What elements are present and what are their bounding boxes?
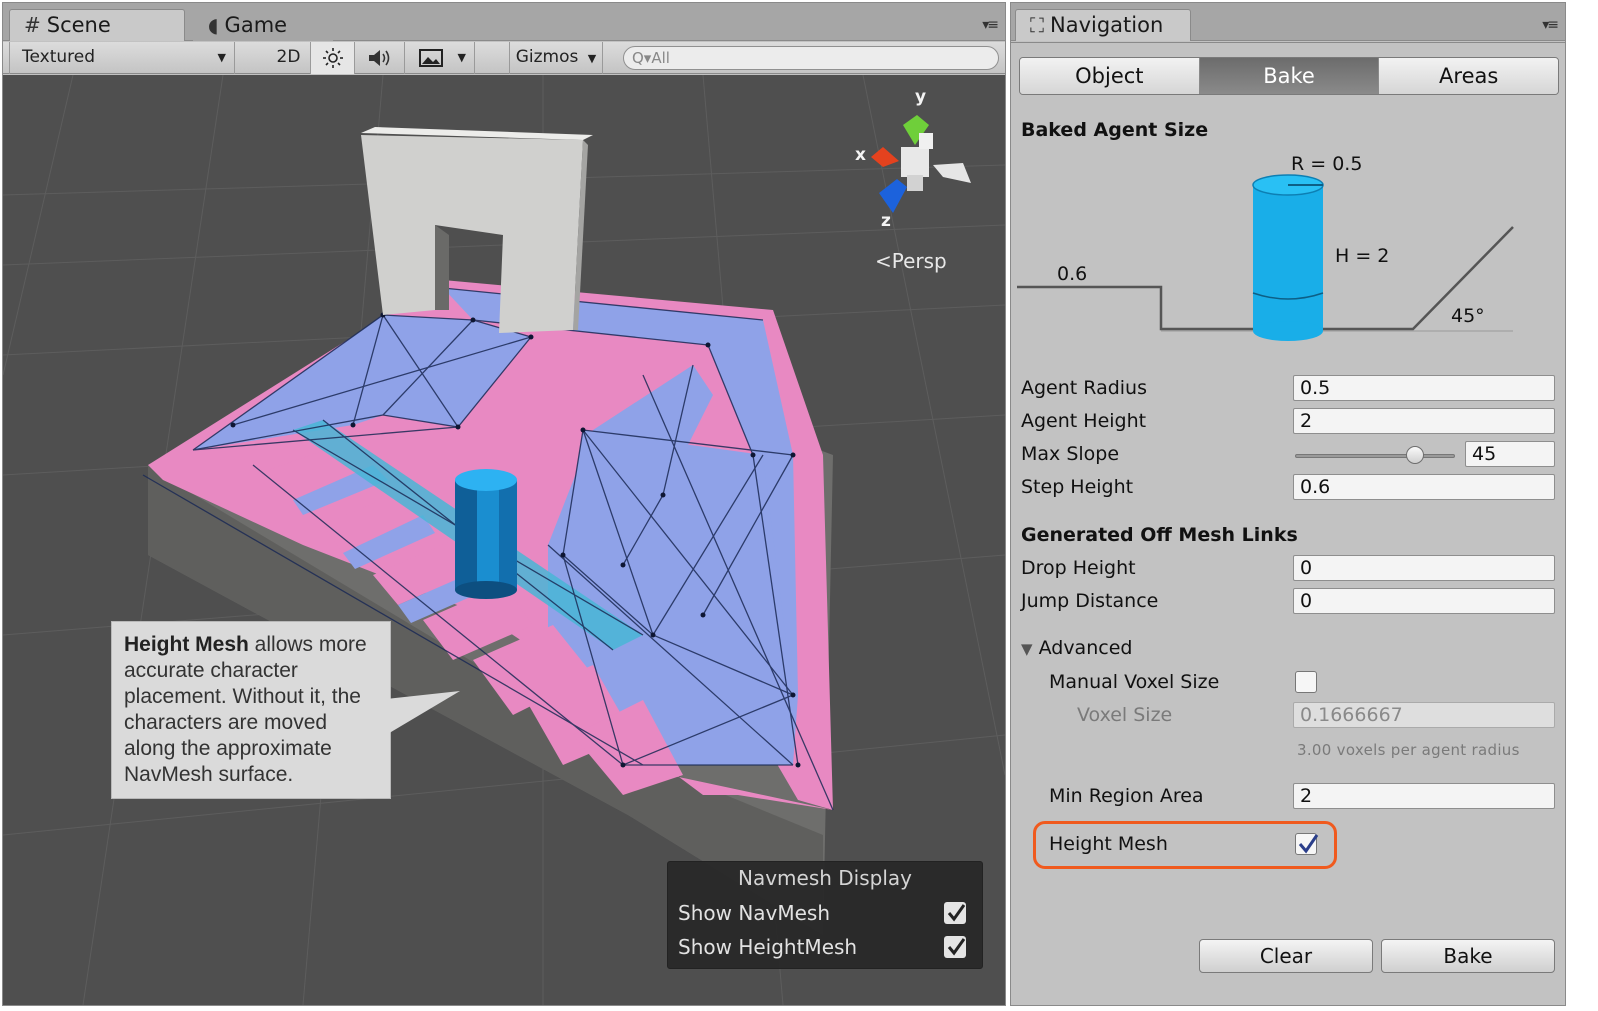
callout-line3: placement. Without it, the [124, 685, 361, 708]
agent-height-field[interactable]: 2 [1293, 408, 1555, 434]
advanced-foldout[interactable]: ▼ Advanced [1021, 637, 1132, 659]
max-slope-label: Max Slope [1021, 443, 1120, 465]
agent-height-diagram-label: H = 2 [1335, 245, 1390, 267]
voxel-size-field: 0.1666667 [1293, 702, 1555, 728]
max-slope-field[interactable]: 45 [1465, 441, 1555, 467]
callout-line2: accurate character [124, 659, 298, 682]
callout-bold: Height Mesh [124, 633, 249, 656]
manual-voxel-size-checkbox[interactable] [1295, 671, 1317, 693]
scene-viewport[interactable]: y x z <Persp Height Mesh allows more acc… [3, 75, 1005, 1005]
callout-line5: along the approximate [124, 737, 332, 760]
show-navmesh-row[interactable]: Show NavMesh [678, 898, 972, 928]
sun-icon[interactable] [311, 42, 355, 74]
navigation-window: ⛶ Navigation ▾≡ Object Bake Areas Baked A… [1010, 2, 1566, 1006]
agent-height-label: Agent Height [1021, 410, 1147, 432]
callout-line4: characters are moved [124, 711, 328, 734]
speaker-icon[interactable] [355, 42, 405, 74]
projection-toggle[interactable]: <Persp [875, 249, 947, 273]
show-navmesh-label: Show NavMesh [678, 901, 831, 925]
step-height-label: Step Height [1021, 476, 1134, 498]
manual-voxel-size-label: Manual Voxel Size [1049, 671, 1220, 693]
agent-radius-field[interactable]: 0.5 [1293, 375, 1555, 401]
bake-button[interactable]: Bake [1381, 939, 1555, 973]
search-icon: Q▾ [632, 49, 652, 67]
chevron-down-icon: ▼ [587, 52, 597, 65]
min-region-area-label: Min Region Area [1049, 785, 1204, 807]
tab-bake[interactable]: Bake [1199, 58, 1380, 94]
jump-distance-field[interactable]: 0 [1293, 588, 1555, 614]
max-slope-slider[interactable] [1295, 454, 1455, 458]
navigation-mode-tabs: Object Bake Areas [1019, 57, 1559, 95]
chevron-left-icon: < [875, 249, 892, 273]
tab-game[interactable]: ◖ Game [193, 9, 333, 41]
show-heightmesh-row[interactable]: Show HeightMesh [678, 932, 972, 962]
image-icon [418, 49, 443, 67]
height-mesh-callout: Height Mesh allows more accurate charact… [111, 621, 391, 799]
navigation-tabstrip: ⛶ Navigation ▾≡ [1011, 3, 1565, 41]
navigation-icon: ⛶ [1030, 13, 1044, 37]
mode-2d-button[interactable]: 2D [267, 42, 311, 74]
navmesh-display-panel: Navmesh Display Show NavMesh Show Height… [667, 861, 983, 969]
callout-line1: allows more [248, 633, 367, 656]
height-mesh-label: Height Mesh [1049, 833, 1168, 855]
navmesh-display-title: Navmesh Display [737, 866, 912, 890]
tab-scene[interactable]: # Scene [9, 9, 185, 41]
tab-navigation[interactable]: ⛶ Navigation [1015, 9, 1191, 41]
pane-menu-icon[interactable]: ▾≡ [1542, 17, 1559, 33]
pane-menu-icon[interactable]: ▾≡ [982, 17, 999, 33]
chevron-down-icon: ▼ [457, 51, 466, 64]
gizmos-dropdown[interactable]: Gizmos ▼ [509, 42, 603, 74]
scene-hash-icon: # [24, 13, 41, 37]
max-slope-slider-knob[interactable] [1406, 446, 1424, 464]
baked-agent-size-header: Baked Agent Size [1021, 119, 1209, 141]
drop-height-label: Drop Height [1021, 557, 1136, 579]
show-navmesh-checkbox[interactable] [944, 902, 966, 924]
drop-height-field[interactable]: 0 [1293, 555, 1555, 581]
agent-radius-label: Agent Radius [1021, 377, 1147, 399]
clear-button[interactable]: Clear [1199, 939, 1373, 973]
height-mesh-checkbox[interactable] [1295, 833, 1319, 855]
scene-window: # Scene ◖ Game ▾≡ Textured ▼ 2D ▼ Gizmos ▼… [2, 2, 1006, 1006]
game-pacman-icon: ◖ [208, 13, 219, 37]
voxel-size-note: 3.00 voxels per agent radius [1297, 741, 1520, 759]
draw-mode-dropdown[interactable]: Textured ▼ [9, 42, 235, 74]
triangle-down-icon: ▼ [1021, 640, 1033, 658]
agent-size-diagram [1017, 174, 1514, 341]
effects-dropdown[interactable]: ▼ [405, 42, 475, 74]
max-slope-diagram-label: 45° [1451, 305, 1485, 327]
checkmark-icon [947, 938, 966, 956]
show-heightmesh-checkbox[interactable] [944, 936, 966, 958]
show-heightmesh-label: Show HeightMesh [678, 935, 858, 959]
scene-toolbar: Textured ▼ 2D ▼ Gizmos ▼ Q▾All [3, 42, 1005, 74]
voxel-size-label: Voxel Size [1077, 704, 1173, 726]
step-height-diagram-label: 0.6 [1057, 263, 1088, 285]
chevron-down-icon: ▼ [217, 51, 226, 64]
min-region-area-field[interactable]: 2 [1293, 783, 1555, 809]
search-input[interactable]: Q▾All [623, 46, 999, 70]
gizmo-y-label: y [915, 87, 927, 107]
off-mesh-links-header: Generated Off Mesh Links [1021, 524, 1298, 546]
tab-object[interactable]: Object [1020, 58, 1200, 94]
gizmo-z-label: z [881, 211, 891, 231]
step-height-field[interactable]: 0.6 [1293, 474, 1555, 500]
checkmark-icon [1298, 834, 1319, 854]
jump-distance-label: Jump Distance [1021, 590, 1159, 612]
checkmark-icon [947, 904, 966, 922]
scene-tabstrip: # Scene ◖ Game ▾≡ [3, 3, 1005, 41]
gizmo-x-label: x [855, 145, 866, 165]
agent-radius-diagram-label: R = 0.5 [1291, 153, 1363, 175]
tab-areas[interactable]: Areas [1379, 58, 1558, 94]
callout-line6: NavMesh surface. [124, 763, 294, 786]
callout-pointer [386, 691, 460, 735]
